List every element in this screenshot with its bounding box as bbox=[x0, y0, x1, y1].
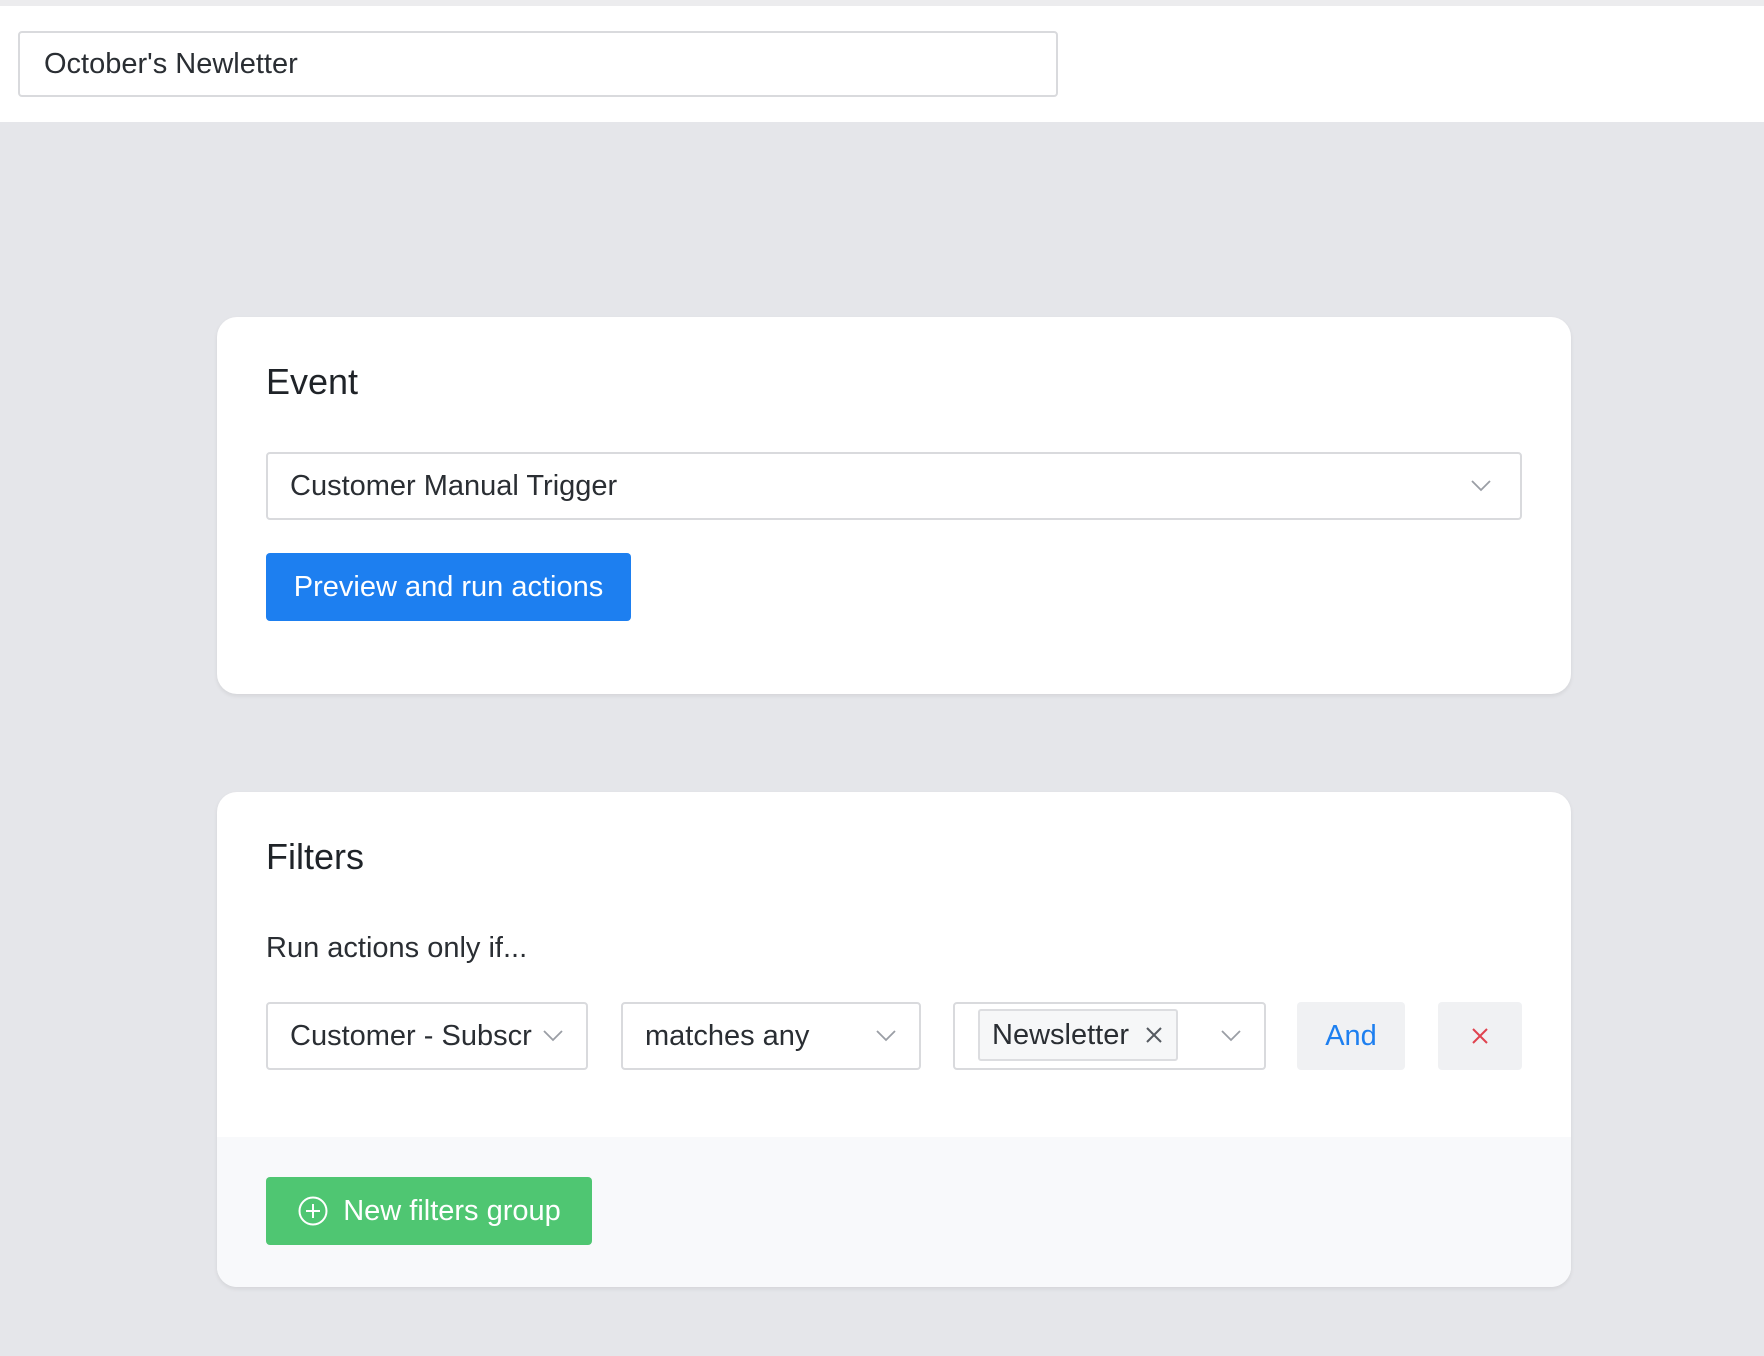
filter-field-value: Customer - Subscr bbox=[290, 1019, 532, 1052]
preview-and-run-label: Preview and run actions bbox=[293, 570, 604, 603]
new-filters-group-label: New filters group bbox=[343, 1194, 561, 1227]
value-tag: Newsletter bbox=[978, 1009, 1178, 1061]
remove-condition-button[interactable] bbox=[1438, 1002, 1522, 1070]
close-icon bbox=[1472, 1028, 1488, 1044]
new-filters-group-button[interactable]: New filters group bbox=[266, 1177, 592, 1245]
event-trigger-value: Customer Manual Trigger bbox=[290, 469, 618, 502]
preview-and-run-button[interactable]: Preview and run actions bbox=[266, 553, 631, 621]
chevron-down-icon bbox=[1471, 480, 1491, 492]
event-card: Event Customer Manual Trigger Preview an… bbox=[217, 317, 1571, 694]
run-actions-label: Run actions only if... bbox=[266, 932, 528, 964]
event-trigger-select[interactable]: Customer Manual Trigger bbox=[266, 452, 1522, 520]
filters-card: Filters Run actions only if... Customer … bbox=[217, 792, 1571, 1287]
plus-circle-icon bbox=[298, 1196, 328, 1226]
filter-operator-select[interactable]: matches any bbox=[621, 1002, 921, 1070]
automation-name-input[interactable] bbox=[18, 31, 1058, 97]
top-bar bbox=[0, 0, 1764, 122]
and-condition-button[interactable]: And bbox=[1297, 1002, 1405, 1070]
filter-field-select[interactable]: Customer - Subscr bbox=[266, 1002, 588, 1070]
and-condition-label: And bbox=[1325, 1019, 1377, 1052]
filters-footer: New filters group bbox=[217, 1137, 1571, 1287]
chevron-down-icon bbox=[876, 1030, 896, 1042]
chevron-down-icon bbox=[1221, 1030, 1241, 1042]
event-card-title: Event bbox=[266, 361, 359, 402]
filters-card-title: Filters bbox=[266, 836, 364, 877]
filter-operator-value: matches any bbox=[645, 1019, 810, 1052]
chevron-down-icon bbox=[543, 1030, 563, 1042]
filter-values-select[interactable]: Newsletter bbox=[953, 1002, 1266, 1070]
value-tag-label: Newsletter bbox=[992, 1018, 1129, 1051]
close-icon[interactable] bbox=[1144, 1025, 1164, 1045]
